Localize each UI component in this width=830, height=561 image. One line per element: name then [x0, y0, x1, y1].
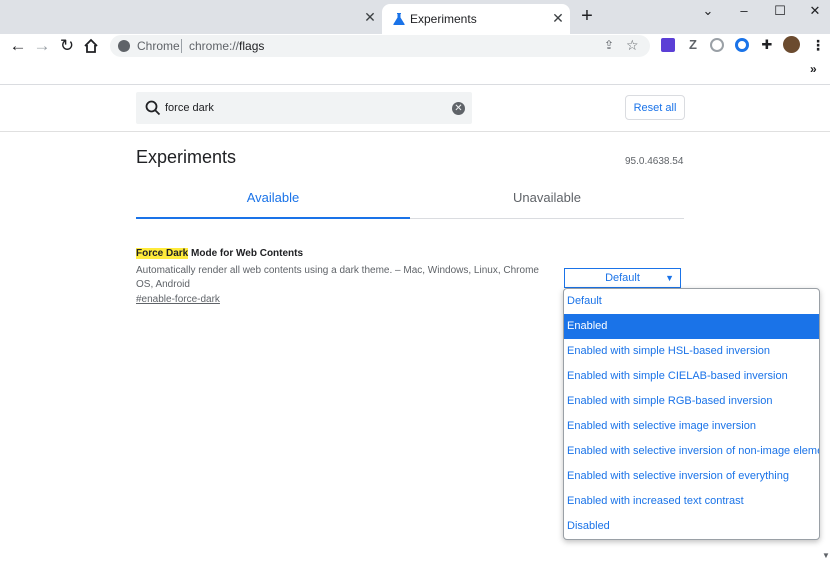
dropdown-option[interactable]: Enabled with simple CIELAB-based inversi…: [564, 364, 819, 389]
select-dropdown: Default Enabled Enabled with simple HSL-…: [563, 288, 820, 540]
forward-arrow-icon[interactable]: →: [32, 36, 52, 56]
close-window-icon[interactable]: ✕: [804, 2, 826, 20]
dropdown-option[interactable]: Enabled with selective image inversion: [564, 414, 819, 439]
puzzle-icon[interactable]: ✚: [760, 38, 774, 52]
double-chevron-right-icon[interactable]: »: [810, 62, 817, 76]
home-icon[interactable]: [83, 38, 99, 54]
search-highlight: Force Dark: [136, 248, 189, 259]
experiment-title: Force Dark Mode for Web Contents: [136, 248, 303, 259]
page-title: Experiments: [136, 147, 237, 167]
scroll-down-arrow-icon[interactable]: ▼: [822, 551, 830, 560]
active-tab-indicator: [136, 217, 410, 219]
dropdown-option[interactable]: Enabled with simple HSL-based inversion: [564, 339, 819, 364]
experiment-permalink[interactable]: #enable-force-dark: [136, 294, 220, 305]
share-icon[interactable]: ⇪: [604, 38, 618, 52]
divider: [0, 131, 830, 132]
dropdown-option-selected[interactable]: Enabled: [564, 314, 819, 339]
tab-strip: ✕ Experiments ✕ + ⌄ – ☐ ✕: [0, 0, 830, 34]
dropdown-option[interactable]: Enabled with increased text contrast: [564, 489, 819, 514]
omnibox[interactable]: Chrome chrome://flags ⇪ ☆: [110, 35, 650, 57]
url-prefix: chrome://: [189, 39, 240, 53]
tab-experiments[interactable]: Experiments ✕: [382, 4, 570, 34]
clear-search-icon[interactable]: ✕: [452, 102, 465, 115]
close-icon[interactable]: ✕: [550, 10, 566, 26]
avatar[interactable]: [783, 36, 800, 53]
dropdown-option[interactable]: Enabled with selective inversion of non-…: [564, 439, 819, 464]
url-path: flags: [239, 39, 265, 53]
dropdown-option[interactable]: Default: [564, 289, 819, 314]
minimize-icon[interactable]: –: [733, 2, 755, 20]
omnibox-url: chrome://flags: [189, 39, 264, 53]
chrome-logo-icon: [118, 40, 130, 52]
dropdown-option[interactable]: Disabled: [564, 514, 819, 539]
new-tab-button[interactable]: +: [578, 6, 596, 26]
search-input[interactable]: [165, 100, 445, 116]
back-arrow-icon[interactable]: ←: [8, 36, 28, 56]
tab-title: Experiments: [410, 12, 477, 26]
description-line: Automatically render all web contents us…: [136, 265, 539, 276]
select-value: Default: [605, 272, 640, 284]
flask-icon: [393, 13, 405, 25]
extension-purple-icon[interactable]: [661, 38, 675, 52]
close-icon[interactable]: ✕: [362, 9, 378, 25]
reload-icon[interactable]: ↻: [57, 36, 77, 56]
experiment-title-rest: Mode for Web Contents: [188, 248, 304, 259]
chevron-down-icon[interactable]: ⌄: [697, 2, 719, 20]
globe-icon[interactable]: [710, 38, 724, 52]
tab-available[interactable]: Available: [136, 190, 410, 220]
star-icon[interactable]: ☆: [626, 37, 642, 53]
search-box: ✕: [136, 92, 472, 124]
version-label: 95.0.4638.54: [625, 156, 684, 167]
divider: [181, 39, 182, 53]
dropdown-option[interactable]: Enabled with selective inversion of ever…: [564, 464, 819, 489]
browser-toolbar: ← → ↻ Chrome chrome://flags ⇪ ☆ Z ✚ ⋮ »: [0, 34, 830, 84]
extension-blue-circle-icon[interactable]: [735, 38, 749, 52]
description-line: OS, Android: [136, 279, 190, 290]
extension-z-icon[interactable]: Z: [686, 38, 700, 52]
experiment-description: Automatically render all web contents us…: [136, 264, 556, 292]
dropdown-option[interactable]: Enabled with simple RGB-based inversion: [564, 389, 819, 414]
maximize-icon[interactable]: ☐: [769, 2, 791, 20]
tab-unavailable[interactable]: Unavailable: [410, 190, 684, 220]
kebab-menu-icon[interactable]: ⋮: [811, 38, 825, 52]
omnibox-chrome-label: Chrome: [137, 39, 180, 53]
search-icon: [145, 100, 161, 116]
reset-all-button[interactable]: Reset all: [625, 95, 685, 120]
experiment-select[interactable]: Default ▼: [564, 268, 681, 288]
chevron-down-icon: ▼: [665, 273, 674, 283]
divider: [0, 84, 830, 85]
